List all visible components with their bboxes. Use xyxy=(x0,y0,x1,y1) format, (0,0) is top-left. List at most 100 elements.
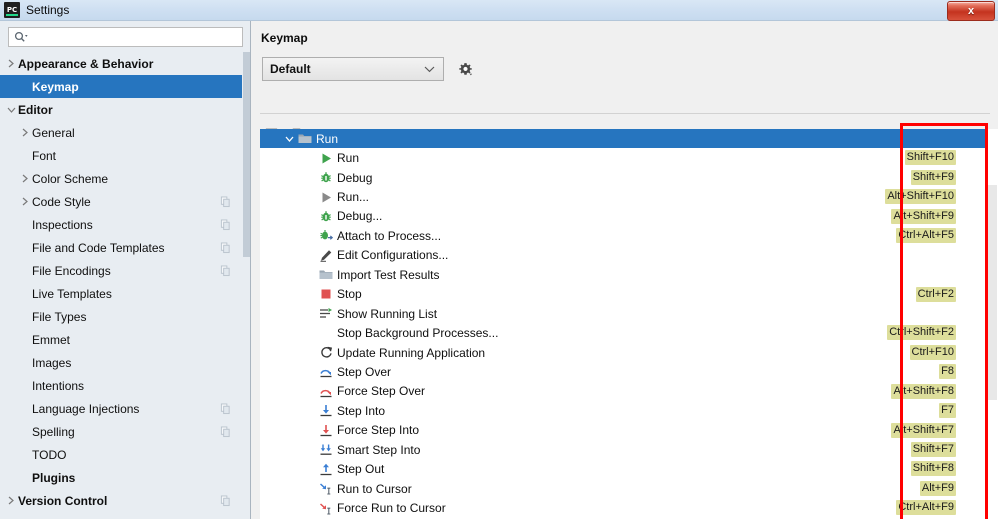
sidebar-search-input[interactable] xyxy=(31,29,225,45)
keymap-action-label: Step Out xyxy=(337,462,385,477)
sidebar-item-editor[interactable]: Editor xyxy=(0,98,243,121)
sidebar-item-file-types[interactable]: File Types xyxy=(0,305,243,328)
copy-settings-icon xyxy=(220,219,231,230)
keymap-action-label: Debug... xyxy=(337,209,383,224)
keymap-action-row[interactable]: Force Step Into Alt+Shift+F7 xyxy=(260,421,998,440)
sidebar-item-inspections[interactable]: Inspections xyxy=(0,213,243,236)
sidebar-item-label: Keymap xyxy=(32,79,79,94)
keymap-action-row[interactable]: Force Run to Cursor Ctrl+Alt+F9 xyxy=(260,498,998,517)
sidebar-item-general[interactable]: General xyxy=(0,121,243,144)
keymap-action-label: Step Over xyxy=(337,364,392,379)
sidebar-item-label: Inspections xyxy=(32,217,93,232)
keymap-shortcut-badge[interactable]: Shift+F10 xyxy=(904,150,956,166)
sidebar-item-todo[interactable]: TODO xyxy=(0,443,243,466)
keymap-shortcut-badge[interactable]: F7 xyxy=(939,403,956,419)
sidebar-item-file-encodings[interactable]: File Encodings xyxy=(0,259,243,282)
step-into-blue-icon xyxy=(318,403,334,419)
keymap-action-row[interactable]: Smart Step Into Shift+F7 xyxy=(260,440,998,459)
no-chevron xyxy=(18,282,32,305)
close-button[interactable]: x xyxy=(947,1,995,21)
sidebar-item-color-scheme[interactable]: Color Scheme xyxy=(0,167,243,190)
keymap-shortcut-badge[interactable]: Shift+F8 xyxy=(910,461,956,477)
settings-sidebar: Appearance & Behavior Keymap Editor General… xyxy=(0,21,251,519)
run-to-cursor-blue-icon xyxy=(318,481,334,497)
keymap-action-row[interactable]: Step Over F8 xyxy=(260,362,998,381)
sidebar-item-label: File and Code Templates xyxy=(32,240,165,255)
keymap-shortcut-badge[interactable]: Alt+Shift+F7 xyxy=(891,422,956,438)
no-chevron xyxy=(18,75,32,98)
sidebar-item-label: Images xyxy=(32,355,72,370)
sidebar-item-intentions[interactable]: Intentions xyxy=(0,374,243,397)
sidebar-item-keymap[interactable]: Keymap xyxy=(0,75,243,98)
folder-icon xyxy=(318,267,334,283)
keymap-action-label: Run xyxy=(337,151,360,166)
keymap-action-row[interactable]: Update Running Application Ctrl+F10 xyxy=(260,343,998,362)
keymap-action-row[interactable]: Edit Configurations... xyxy=(260,246,998,265)
keymap-action-row[interactable]: Step Out Shift+F8 xyxy=(260,459,998,478)
keymap-action-row[interactable]: Import Test Results xyxy=(260,265,998,284)
sidebar-item-code-style[interactable]: Code Style xyxy=(0,190,243,213)
sidebar-item-label: File Encodings xyxy=(32,263,111,278)
refresh-icon xyxy=(318,345,334,361)
sidebar-item-spelling[interactable]: Spelling xyxy=(0,420,243,443)
keymap-shortcut-badge[interactable]: Ctrl+Alt+F9 xyxy=(896,500,956,516)
sidebar-search-box[interactable] xyxy=(8,27,243,47)
search-icon xyxy=(14,31,28,43)
keymap-shortcut-badge[interactable]: Ctrl+Shift+F2 xyxy=(887,325,956,341)
sidebar-item-live-templates[interactable]: Live Templates xyxy=(0,282,243,305)
keymap-shortcut-badge[interactable]: Alt+Shift+F8 xyxy=(891,383,956,399)
chevron-right-icon xyxy=(18,167,32,190)
keymap-action-row[interactable]: Debug Shift+F9 xyxy=(260,168,998,187)
chevron-down-icon[interactable] xyxy=(281,135,297,143)
sidebar-item-font[interactable]: Font xyxy=(0,144,243,167)
keymap-tree-scrollbar[interactable] xyxy=(986,129,998,519)
title-bar: Settings x xyxy=(0,0,998,21)
sidebar-scrollbar[interactable] xyxy=(242,52,250,519)
keymap-shortcut-badge[interactable]: Shift+F7 xyxy=(910,442,956,457)
keymap-action-row[interactable]: Attach to Process... Ctrl+Alt+F5 xyxy=(260,226,998,245)
sidebar-item-images[interactable]: Images xyxy=(0,351,243,374)
keymap-shortcut-badge[interactable]: Ctrl+Alt+F5 xyxy=(896,228,956,244)
keymap-shortcut-badge[interactable]: Shift+F9 xyxy=(910,169,956,185)
sidebar-item-label: Emmet xyxy=(32,332,71,347)
chevron-down-icon xyxy=(424,62,435,76)
keymap-shortcut-badge[interactable]: F8 xyxy=(939,364,956,380)
sidebar-item-version-control[interactable]: Version Control xyxy=(0,489,243,512)
gear-icon xyxy=(458,62,473,77)
sidebar-item-language-injections[interactable]: Language Injections xyxy=(0,397,243,420)
keymap-action-row[interactable]: Show Running List xyxy=(260,304,998,323)
no-chevron xyxy=(18,351,32,374)
keymap-action-row[interactable]: Debug... Alt+Shift+F9 xyxy=(260,207,998,226)
keymap-shortcut-badge[interactable]: Ctrl+F2 xyxy=(915,286,956,302)
keymap-action-row[interactable]: Run to Cursor Alt+F9 xyxy=(260,479,998,498)
sidebar-item-emmet[interactable]: Emmet xyxy=(0,328,243,351)
keymap-action-row[interactable]: Stop Ctrl+F2 xyxy=(260,285,998,304)
keymap-action-row[interactable]: Stop Background Processes... Ctrl+Shift+F… xyxy=(260,323,998,342)
copy-settings-icon xyxy=(220,242,231,253)
keymap-action-row[interactable]: Step Into F7 xyxy=(260,401,998,420)
keymap-action-row[interactable]: Force Step Over Alt+Shift+F8 xyxy=(260,382,998,401)
sidebar-item-label: Code Style xyxy=(32,194,91,209)
keymap-tree-scrollbar-thumb[interactable] xyxy=(987,185,997,400)
sidebar-item-plugins[interactable]: Plugins xyxy=(0,466,243,489)
keymap-settings-gear-button[interactable] xyxy=(455,59,475,79)
keymap-group-row[interactable]: Run xyxy=(260,129,998,149)
step-over-red-icon xyxy=(318,383,334,399)
keymap-shortcut-badge[interactable]: Alt+F9 xyxy=(919,480,956,496)
keymap-action-label: Stop Background Processes... xyxy=(337,326,499,341)
keymap-action-tree: Run Run Shift+F10 Debug Shift+F9 Run... Alt+Sh… xyxy=(260,129,998,519)
keymap-dropdown[interactable]: Default xyxy=(262,57,444,81)
debug-green-icon xyxy=(318,170,334,186)
sidebar-scrollbar-thumb[interactable] xyxy=(243,52,250,257)
keymap-tree-rows: Run Run Shift+F10 Debug Shift+F9 Run... Alt+Sh… xyxy=(260,129,998,518)
keymap-shortcut-badge[interactable]: Alt+Shift+F10 xyxy=(885,189,956,205)
keymap-action-row[interactable]: Run... Alt+Shift+F10 xyxy=(260,187,998,206)
sidebar-item-file-and-code-templates[interactable]: File and Code Templates xyxy=(0,236,243,259)
smart-step-into-icon xyxy=(318,442,334,458)
keymap-action-label: Step Into xyxy=(337,403,386,418)
keymap-shortcut-badge[interactable]: Alt+Shift+F9 xyxy=(891,208,956,224)
keymap-action-row[interactable]: Run Shift+F10 xyxy=(260,148,998,167)
sidebar-item-appearance-behavior[interactable]: Appearance & Behavior xyxy=(0,52,243,75)
keymap-shortcut-badge[interactable]: Ctrl+F10 xyxy=(909,344,956,360)
sidebar-item-label: File Types xyxy=(32,309,87,324)
